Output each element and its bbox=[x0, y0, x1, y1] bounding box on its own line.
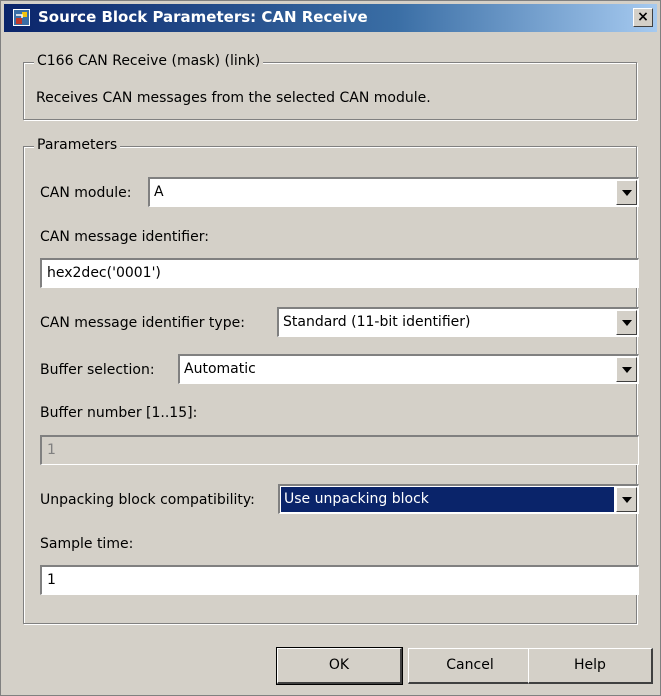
unpacking-select[interactable]: Use unpacking block bbox=[278, 484, 639, 514]
mask-legend: C166 CAN Receive (mask) (link) bbox=[34, 53, 264, 69]
close-icon: × bbox=[637, 9, 649, 25]
can-module-label: CAN module: bbox=[40, 185, 132, 201]
mask-description-group: C166 CAN Receive (mask) (link) Receives … bbox=[23, 53, 637, 120]
identifier-type-label: CAN message identifier type: bbox=[40, 315, 245, 331]
buffer-selection-label: Buffer selection: bbox=[40, 362, 155, 378]
buffer-number-label: Buffer number [1..15]: bbox=[40, 405, 198, 421]
chevron-down-icon[interactable] bbox=[616, 310, 637, 335]
identifier-type-value: Standard (11-bit identifier) bbox=[283, 314, 471, 330]
message-identifier-field[interactable]: hex2dec('0001') bbox=[40, 258, 639, 288]
sample-time-label: Sample time: bbox=[40, 536, 134, 552]
message-identifier-label: CAN message identifier: bbox=[40, 229, 209, 245]
buffer-selection-value: Automatic bbox=[184, 361, 256, 377]
unpacking-value: Use unpacking block bbox=[281, 487, 614, 512]
window-title: Source Block Parameters: CAN Receive bbox=[38, 8, 368, 26]
buffer-number-field: 1 bbox=[40, 435, 639, 465]
sample-time-field[interactable]: 1 bbox=[40, 565, 639, 595]
can-module-select[interactable]: A bbox=[148, 177, 639, 207]
cancel-button[interactable]: Cancel bbox=[408, 648, 533, 684]
chevron-down-icon[interactable] bbox=[616, 487, 637, 512]
close-button[interactable]: × bbox=[633, 8, 653, 27]
identifier-type-select[interactable]: Standard (11-bit identifier) bbox=[277, 307, 639, 337]
buffer-selection-select[interactable]: Automatic bbox=[178, 354, 639, 384]
dialog-window: Source Block Parameters: CAN Receive × C… bbox=[0, 0, 661, 696]
can-module-value: A bbox=[154, 184, 164, 200]
mask-description: Receives CAN messages from the selected … bbox=[36, 90, 431, 106]
unpacking-label: Unpacking block compatibility: bbox=[40, 492, 255, 508]
help-button[interactable]: Help bbox=[528, 648, 653, 684]
ok-button[interactable]: OK bbox=[276, 647, 403, 685]
title-bar[interactable]: Source Block Parameters: CAN Receive × bbox=[4, 4, 657, 32]
parameters-legend: Parameters bbox=[34, 137, 121, 153]
chevron-down-icon[interactable] bbox=[616, 180, 637, 205]
chevron-down-icon[interactable] bbox=[616, 357, 637, 382]
parameters-group: Parameters bbox=[23, 137, 637, 624]
simulink-block-icon bbox=[13, 9, 30, 26]
